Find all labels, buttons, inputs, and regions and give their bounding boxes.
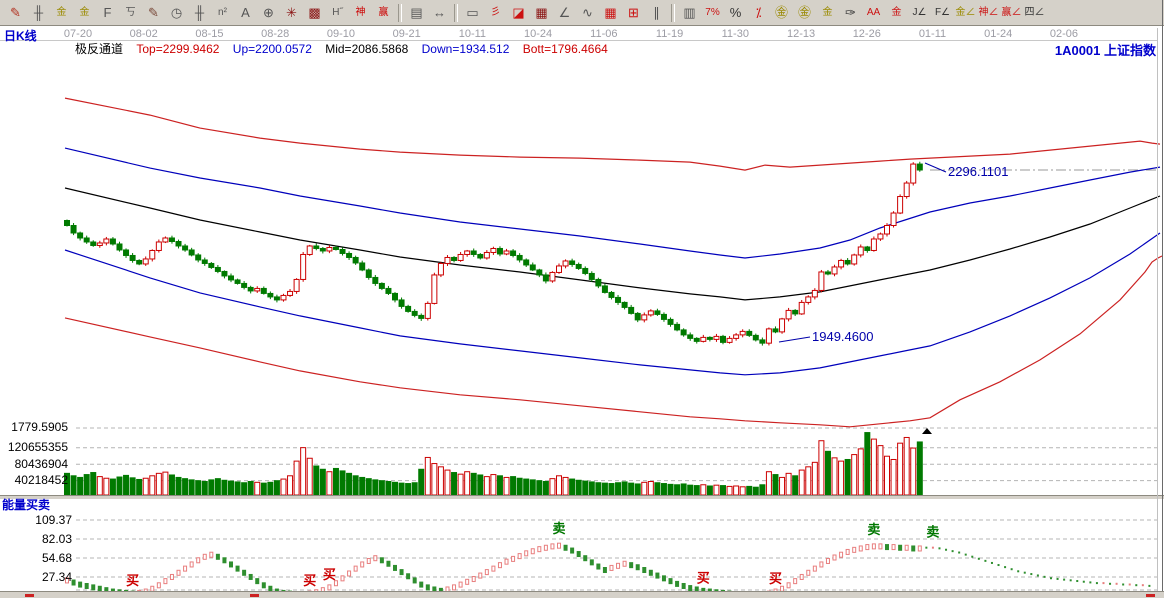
bottom-scrollbar[interactable]	[0, 591, 1164, 598]
energy-axis-label: 27.34	[0, 571, 72, 584]
date-tick: 08-15	[195, 28, 223, 40]
date-tick: 01-11	[919, 28, 946, 40]
date-tick: 11-30	[722, 28, 749, 40]
energy-pane-title[interactable]: 能量买卖	[2, 499, 50, 512]
date-tick: 01-24	[984, 28, 1012, 40]
volume-axis-label: 120655355	[0, 441, 68, 454]
energy-axis-label: 109.37	[0, 514, 72, 527]
date-tick: 10-24	[524, 28, 552, 40]
kline-period-label[interactable]: 日K线	[4, 30, 37, 43]
low-price-annotation: 1949.4600	[812, 330, 873, 343]
date-tick: 10-11	[459, 28, 486, 40]
buy-signal-marker: 买	[769, 571, 782, 586]
indicator-name[interactable]: 极反通道	[75, 42, 123, 56]
sell-signal-marker: 卖	[552, 521, 565, 536]
energy-axis-label: 54.68	[0, 552, 72, 565]
indicator-up-value: Up=2200.0572	[233, 42, 312, 56]
date-tick: 09-21	[393, 28, 421, 40]
date-tick: 07-20	[64, 28, 92, 40]
scrollbar-mark	[250, 594, 259, 597]
date-tick: 08-02	[130, 28, 158, 40]
main-axis-low-label: 1779.5905	[0, 421, 68, 434]
buy-signal-marker: 买	[303, 573, 316, 588]
date-tick: 11-19	[656, 28, 683, 40]
scrollbar-mark	[1146, 594, 1155, 597]
indicator-top-value: Top=2299.9462	[136, 42, 219, 56]
sell-signal-marker: 卖	[867, 522, 880, 537]
indicator-down-value: Down=1934.512	[422, 42, 510, 56]
volume-axis-label: 40218452	[0, 474, 68, 487]
date-tick: 08-28	[261, 28, 289, 40]
date-tick: 02-06	[1050, 28, 1078, 40]
date-tick: 09-10	[327, 28, 355, 40]
stock-app-window: ✎╫金金F丂✎◷╫n²A⊕✳▩Η˝神赢▤↔▭彡◪▦∠∿▦⊞∥▥7%%⁒㊎㊎金✑A…	[0, 0, 1164, 598]
buy-signal-marker: 买	[323, 567, 336, 582]
energy-axis-label: 82.03	[0, 533, 72, 546]
date-tick: 12-26	[853, 28, 881, 40]
indicator-bott-value: Bott=1796.4664	[523, 42, 608, 56]
date-tick: 12-13	[787, 28, 815, 40]
last-price-annotation: 2296.1101	[948, 165, 1009, 178]
buy-signal-marker: 买	[697, 570, 710, 585]
volume-axis-label: 80436904	[0, 458, 68, 471]
indicator-mid-value: Mid=2086.5868	[325, 42, 408, 56]
sell-signal-marker: 卖	[926, 525, 939, 540]
scrollbar-mark	[25, 594, 34, 597]
date-tick: 11-06	[590, 28, 617, 40]
symbol-label[interactable]: 1A0001 上证指数	[1055, 44, 1156, 57]
indicator-readout: 极反通道 Top=2299.9462 Up=2200.0572 Mid=2086…	[75, 43, 618, 56]
buy-signal-marker: 买	[126, 573, 139, 588]
chart-canvas: 07-20 08-02 08-15 08-28 09-10 09-21 10-11 10-24…	[0, 0, 1164, 598]
